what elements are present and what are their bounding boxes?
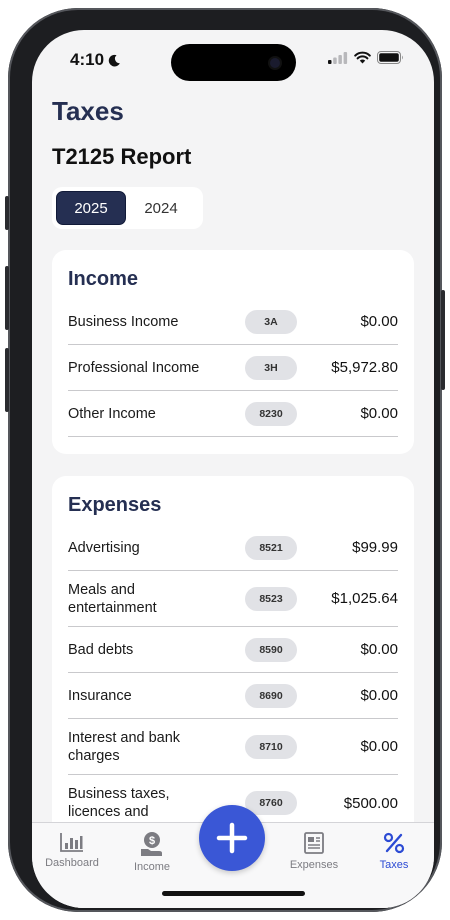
line-code-badge: 8710 (245, 734, 297, 759)
income-row[interactable]: Professional Income 3H $5,972.80 (68, 345, 398, 391)
wifi-icon (354, 51, 371, 64)
row-amount: $1,025.64 (331, 590, 398, 607)
tab-expenses[interactable]: Expenses (274, 831, 354, 871)
year-2024-button[interactable]: 2024 (126, 191, 196, 225)
row-label: Professional Income (68, 359, 200, 376)
row-amount: $500.00 (343, 794, 398, 812)
tab-taxes[interactable]: Taxes (354, 831, 434, 871)
home-indicator (162, 891, 305, 896)
row-label: Meals and entertainment (68, 581, 157, 616)
expenses-title: Expenses (68, 494, 162, 516)
income-card: Income Business Income 3A $0.00 Professi… (52, 250, 414, 454)
row-label: Bad debts (68, 641, 134, 658)
dynamic-island (171, 44, 296, 81)
line-code-badge: 8523 (245, 586, 297, 611)
report-title: T2125 Report (52, 144, 192, 169)
volume-up-button (5, 266, 9, 330)
income-row[interactable]: Other Income 8230 $0.00 (68, 391, 398, 437)
plus-icon (216, 822, 248, 854)
row-amount: $0.00 (360, 738, 398, 755)
percent-icon (383, 832, 405, 854)
receipt-icon (304, 832, 324, 854)
expense-row[interactable]: Insurance 8690 $0.00 (68, 673, 398, 719)
expense-row[interactable]: Meals and entertainment 8523 $1,025.64 (68, 571, 398, 627)
bar-chart-icon (60, 833, 83, 852)
line-code-badge: 8690 (245, 683, 297, 708)
screen: 4:10 Taxes T2125 Report 2025 2024 Income… (32, 30, 434, 908)
status-bar: 4:10 (32, 30, 434, 88)
power-button (441, 290, 445, 390)
row-label: Advertising (68, 539, 140, 556)
income-row[interactable]: Business Income 3A $0.00 (68, 299, 398, 345)
line-code-badge: 3A (245, 309, 297, 334)
expense-row[interactable]: Advertising 8521 $99.99 (68, 525, 398, 571)
tab-income-label: Income (133, 861, 171, 873)
svg-text:$: $ (149, 835, 155, 847)
add-button[interactable] (199, 805, 265, 871)
tab-dashboard-label: Dashboard (45, 857, 99, 869)
row-amount: $0.00 (360, 641, 398, 658)
action-button (5, 196, 9, 230)
line-code-badge: 8521 (245, 535, 297, 560)
tab-income[interactable]: $ Income (112, 831, 192, 873)
row-amount: $0.00 (360, 313, 398, 330)
tab-bar: Dashboard $ Income Expenses Taxes (32, 805, 434, 908)
income-title: Income (68, 268, 139, 290)
row-amount: $5,972.80 (331, 359, 398, 376)
volume-down-button (5, 348, 9, 412)
line-code-badge: 8590 (245, 637, 297, 662)
phone-frame: 4:10 Taxes T2125 Report 2025 2024 Income… (5, 8, 445, 912)
page-title: Taxes (52, 96, 124, 126)
cellular-signal-icon (328, 51, 348, 64)
status-time: 4:10 (70, 50, 121, 70)
row-label: Insurance (68, 687, 132, 704)
row-amount: $99.99 (352, 539, 398, 556)
tab-taxes-label: Taxes (379, 859, 409, 871)
row-label: Interest and bank charges (68, 729, 181, 764)
row-label: Other Income (68, 405, 156, 422)
row-label: Business taxes, licences and (68, 786, 170, 820)
year-2025-button[interactable]: 2025 (56, 191, 126, 225)
row-label: Business Income (68, 313, 179, 330)
tab-dashboard[interactable]: Dashboard (32, 831, 112, 869)
tab-expenses-label: Expenses (289, 859, 339, 871)
row-amount: $0.00 (360, 405, 398, 422)
row-amount: $0.00 (360, 687, 398, 704)
year-selector: 2025 2024 (52, 187, 203, 229)
line-code-badge: 8230 (245, 401, 297, 426)
line-code-badge: 3H (245, 355, 297, 380)
expense-row[interactable]: Bad debts 8590 $0.00 (68, 627, 398, 673)
status-icons (328, 51, 404, 64)
money-hand-icon: $ (141, 832, 162, 856)
expense-row[interactable]: Interest and bank charges 8710 $0.00 (68, 719, 398, 775)
status-time-text: 4:10 (70, 50, 105, 69)
battery-icon (377, 51, 403, 64)
moon-icon (108, 54, 120, 66)
